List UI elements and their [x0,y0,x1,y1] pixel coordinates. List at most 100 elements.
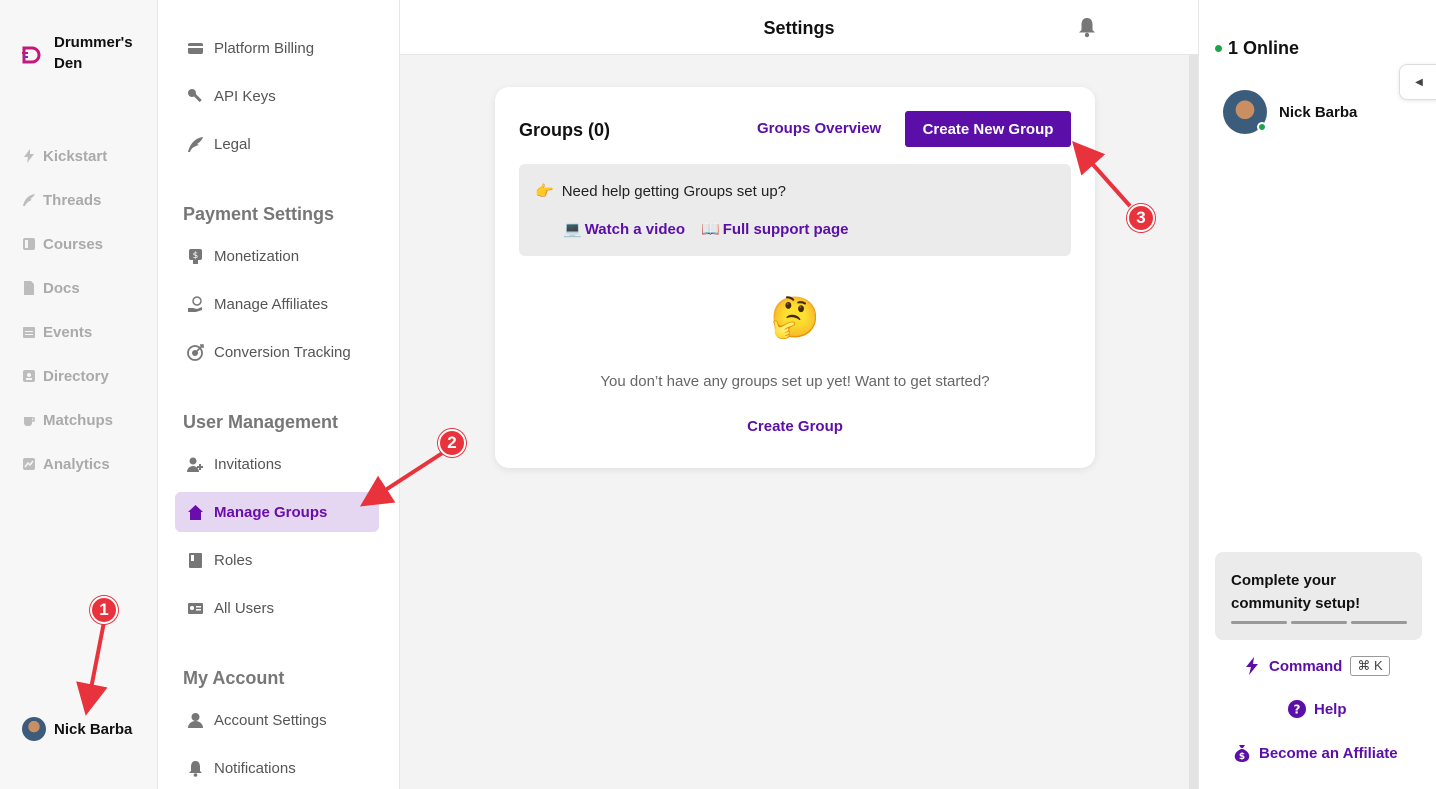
nav-item-matchups[interactable]: Matchups [22,398,113,442]
svg-text:$: $ [1239,752,1245,762]
settings-item-label: Roles [214,551,253,569]
section-heading-my-account: My Account [183,668,285,688]
nav-item-kickstart[interactable]: Kickstart [22,134,113,178]
nav-item-courses[interactable]: Courses [22,222,113,266]
settings-item-platform-billing[interactable]: Platform Billing [175,28,379,68]
main-scrollbar[interactable] [1189,55,1198,789]
feather-pen-icon [188,136,203,152]
nav-item-label: Matchups [43,411,114,429]
settings-item-label: API Keys [214,87,276,105]
left-navigation: Drummer's Den Kickstart Threads Courses … [0,0,158,789]
progress-segment [1231,621,1287,624]
online-count: 1 Online [1215,38,1299,59]
nav-list: Kickstart Threads Courses Docs Events Di… [22,134,113,486]
help-line: 👉 Need help getting Groups set up? [535,182,786,201]
settings-item-manage-groups[interactable]: Manage Groups [175,492,379,532]
avatar [1223,90,1267,134]
bell-icon [189,760,202,777]
settings-item-label: Monetization [214,247,300,265]
command-button[interactable]: Command ⌘ K [1243,656,1390,676]
svg-text:$: $ [193,251,199,261]
full-support-page-link[interactable]: 📖 Full support page [701,220,849,238]
svg-text:?: ? [1294,703,1301,717]
settings-item-notifications[interactable]: Notifications [175,748,379,788]
nav-item-analytics[interactable]: Analytics [22,442,113,486]
main-content: Settings Groups (0) Groups Overview Crea… [400,0,1198,789]
nav-item-threads[interactable]: Threads [22,178,113,222]
settings-item-label: Conversion Tracking [214,343,351,361]
annotation-marker-2: 2 [438,429,466,457]
setup-progress [1231,621,1407,624]
annotation-marker-3: 3 [1127,204,1155,232]
settings-item-conversion-tracking[interactable]: Conversion Tracking [175,332,379,372]
settings-menu: Platform Billing API Keys Legal Payment … [159,0,400,789]
watch-video-link[interactable]: 💻 Watch a video [563,220,685,238]
laptop-icon: 💻 [563,221,582,238]
command-label: Command [1269,657,1343,675]
settings-item-label: Manage Groups [214,503,328,521]
settings-item-api-keys[interactable]: API Keys [175,76,379,116]
settings-item-legal[interactable]: Legal [175,124,379,164]
settings-item-all-users[interactable]: All Users [175,588,379,628]
settings-item-roles[interactable]: Roles [175,540,379,580]
create-new-group-button[interactable]: Create New Group [905,111,1071,147]
section-heading-payment: Payment Settings [183,204,335,224]
collapse-panel-button[interactable]: ◀ [1399,64,1436,100]
create-group-link[interactable]: Create Group [495,418,1095,435]
help-label: Help [1314,700,1347,718]
nav-item-events[interactable]: Events [22,310,113,354]
money-bag-icon: $ [1234,745,1250,762]
nav-item-label: Analytics [43,455,110,473]
command-shortcut: ⌘ K [1350,656,1390,676]
help-links: 💻 Watch a video 📖 Full support page [563,220,849,238]
avatar [22,717,46,741]
support-page-label: Full support page [722,221,849,238]
settings-item-manage-affiliates[interactable]: Manage Affiliates [175,284,379,324]
nav-item-label: Kickstart [43,147,108,165]
online-member[interactable]: Nick Barba [1223,90,1357,134]
bolt-icon [24,149,34,163]
brand-logo-icon [22,46,41,64]
settings-item-label: Legal [214,135,251,153]
bolt-icon [1246,657,1258,675]
current-user-name: Nick Barba [54,720,133,738]
groups-title: Groups (0) [519,120,611,140]
progress-segment [1291,621,1347,624]
nav-item-label: Docs [43,279,80,297]
settings-item-account-settings[interactable]: Account Settings [175,700,379,740]
brand[interactable]: Drummer's Den [22,32,149,74]
contact-icon [23,370,35,382]
nav-item-directory[interactable]: Directory [22,354,113,398]
section-heading-user-management: User Management [183,412,339,432]
groups-overview-link[interactable]: Groups Overview [757,120,881,137]
notifications-bell-icon[interactable] [1076,16,1098,38]
calendar-icon [23,327,35,338]
settings-item-monetization[interactable]: $ Monetization [175,236,379,276]
become-affiliate-button[interactable]: $ Become an Affiliate [1233,744,1398,762]
settings-item-invitations[interactable]: Invitations [175,444,379,484]
open-book-icon: 📖 [701,221,720,238]
feather-icon [23,194,35,206]
nav-item-label: Courses [43,235,104,253]
affiliate-label: Become an Affiliate [1259,744,1398,762]
member-name: Nick Barba [1279,103,1358,121]
nav-item-label: Events [43,323,93,341]
settings-item-label: All Users [214,599,275,617]
book-icon [23,238,35,250]
community-setup-card[interactable]: Complete your community setup! [1215,552,1422,640]
settings-item-label: Account Settings [214,711,327,729]
nav-item-docs[interactable]: Docs [22,266,113,310]
pointing-hand-icon: 👉 [535,183,554,200]
user-plus-icon [187,457,203,472]
right-panel: 1 Online ◀ Nick Barba Complete your comm… [1198,0,1436,789]
question-circle-icon: ? [1288,700,1306,718]
setup-title: Complete your community setup! [1231,572,1361,612]
cup-icon [24,417,35,426]
help-button[interactable]: ? Help [1288,700,1347,718]
thinking-face-icon: 🤔 [770,296,820,340]
nav-item-label: Directory [43,367,109,385]
target-icon [187,343,204,361]
current-user[interactable]: Nick Barba [22,717,132,741]
chart-icon [23,458,35,470]
brand-name: Drummer's Den [54,34,133,72]
